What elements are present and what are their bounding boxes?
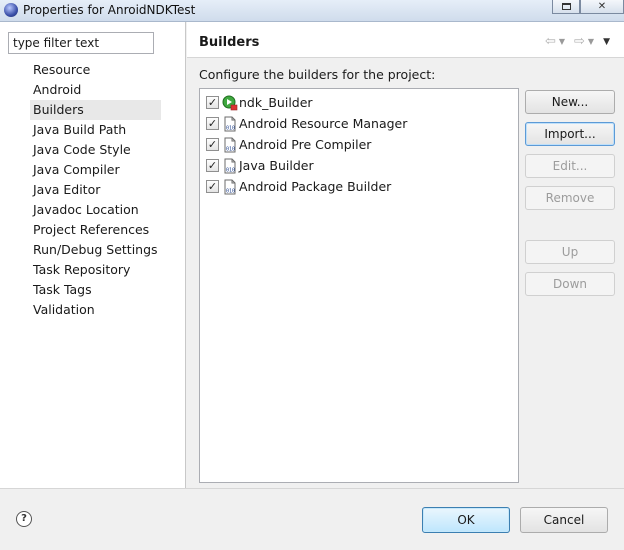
nav-item-resource[interactable]: Resource [30, 60, 161, 80]
help-icon[interactable]: ? [16, 511, 32, 527]
nav-item-java-build-path[interactable]: Java Build Path [30, 120, 161, 140]
filter-input[interactable] [8, 32, 154, 54]
nav-item-java-editor[interactable]: Java Editor [30, 180, 161, 200]
binary-file-icon: 010 [224, 179, 236, 194]
checkmark-icon: ✓ [207, 180, 218, 193]
back-dropdown-icon[interactable]: ▼ [559, 37, 565, 46]
nav-item-run-debug-settings[interactable]: Run/Debug Settings [30, 240, 161, 260]
builder-checkbox[interactable]: ✓ [206, 96, 219, 109]
new-builder-button[interactable]: New... [525, 90, 615, 114]
remove-builder-button[interactable]: Remove [525, 186, 615, 210]
nav-item-java-code-style[interactable]: Java Code Style [30, 140, 161, 160]
builder-label: Android Resource Manager [239, 116, 408, 131]
svg-text:010: 010 [226, 167, 235, 173]
svg-text:010: 010 [226, 146, 235, 152]
property-page-list: Resource Android Builders Java Build Pat… [30, 60, 161, 320]
window-controls: ✕ [552, 0, 624, 14]
forward-arrow-icon[interactable]: ⇨ [574, 34, 585, 49]
back-arrow-icon[interactable]: ⇦ [545, 34, 556, 49]
builder-label: ndk_Builder [239, 95, 313, 110]
nav-item-android[interactable]: Android [30, 80, 161, 100]
builder-checkbox[interactable]: ✓ [206, 180, 219, 193]
move-up-button[interactable]: Up [525, 240, 615, 264]
builder-label: Java Builder [239, 158, 314, 173]
nav-item-builders[interactable]: Builders [30, 100, 161, 120]
builder-label: Android Pre Compiler [239, 137, 372, 152]
builder-row-android-package-builder[interactable]: ✓ 010 Android Package Builder [200, 176, 518, 197]
binary-file-icon: 010 [224, 137, 236, 152]
svg-text:010: 010 [226, 188, 235, 194]
checkmark-icon: ✓ [207, 96, 218, 109]
builder-row-android-resource-manager[interactable]: ✓ 010 Android Resource Manager [200, 113, 518, 134]
nav-item-java-compiler[interactable]: Java Compiler [30, 160, 161, 180]
builder-row-java-builder[interactable]: ✓ 010 Java Builder [200, 155, 518, 176]
nav-item-javadoc-location[interactable]: Javadoc Location [30, 200, 161, 220]
title-bar: Properties for AnroidNDKTest ✕ [0, 0, 624, 22]
dialog-button-bar: ? OK Cancel [0, 488, 624, 550]
builders-page: Builders ⇦ ▼ ⇨ ▼ ▼ Configure the builder… [187, 22, 624, 488]
svg-text:010: 010 [226, 125, 235, 131]
import-builder-button[interactable]: Import... [525, 122, 615, 146]
history-nav: ⇦ ▼ ⇨ ▼ ▼ [545, 34, 610, 49]
builder-checkbox[interactable]: ✓ [206, 159, 219, 172]
nav-item-validation[interactable]: Validation [30, 300, 161, 320]
page-title: Builders [199, 35, 260, 50]
nav-item-task-tags[interactable]: Task Tags [30, 280, 161, 300]
property-page-nav: Resource Android Builders Java Build Pat… [0, 22, 186, 488]
ok-button[interactable]: OK [422, 507, 510, 533]
maximize-button[interactable] [552, 0, 580, 14]
view-menu-icon[interactable]: ▼ [603, 37, 610, 47]
checkmark-icon: ✓ [207, 138, 218, 151]
builder-checkbox[interactable]: ✓ [206, 117, 219, 130]
builder-checkbox[interactable]: ✓ [206, 138, 219, 151]
close-icon: ✕ [597, 0, 607, 12]
builder-row-ndk-builder[interactable]: ✓ ndk_Builder [200, 92, 518, 113]
cancel-button[interactable]: Cancel [520, 507, 608, 533]
close-window-button[interactable]: ✕ [580, 0, 624, 14]
configure-label: Configure the builders for the project: [199, 67, 436, 82]
forward-dropdown-icon[interactable]: ▼ [588, 37, 594, 46]
builder-list[interactable]: ✓ ndk_Builder ✓ 010 Android Resource Man… [199, 88, 519, 483]
external-tool-icon [222, 95, 238, 110]
eclipse-app-icon [4, 3, 18, 17]
move-down-button[interactable]: Down [525, 272, 615, 296]
edit-builder-button[interactable]: Edit... [525, 154, 615, 178]
builder-label: Android Package Builder [239, 179, 392, 194]
checkmark-icon: ✓ [207, 117, 218, 130]
nav-item-project-references[interactable]: Project References [30, 220, 161, 240]
maximize-icon [561, 3, 571, 10]
window-title: Properties for AnroidNDKTest [23, 3, 196, 17]
binary-file-icon: 010 [224, 116, 236, 131]
binary-file-icon: 010 [224, 158, 236, 173]
page-header: Builders ⇦ ▼ ⇨ ▼ ▼ [187, 22, 624, 58]
nav-item-task-repository[interactable]: Task Repository [30, 260, 161, 280]
checkmark-icon: ✓ [207, 159, 218, 172]
builder-row-android-pre-compiler[interactable]: ✓ 010 Android Pre Compiler [200, 134, 518, 155]
